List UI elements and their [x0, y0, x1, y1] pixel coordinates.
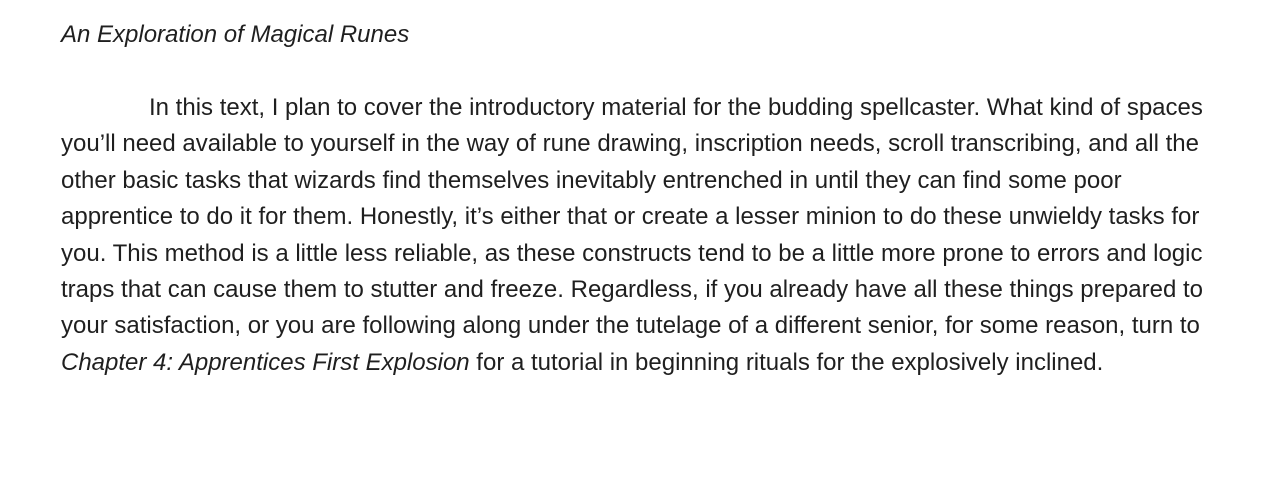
document-title: An Exploration of Magical Runes [61, 21, 410, 48]
document-page: An Exploration of Magical Runes In this … [61, 18, 1211, 381]
chapter-reference: Chapter 4: Apprentices First Explosion [61, 348, 470, 376]
body-paragraph: In this text, I plan to cover the introd… [61, 90, 1211, 381]
paragraph-text-before: In this text, I plan to cover the introd… [61, 94, 1203, 340]
paragraph-text-after: for a tutorial in beginning rituals for … [469, 348, 1104, 376]
